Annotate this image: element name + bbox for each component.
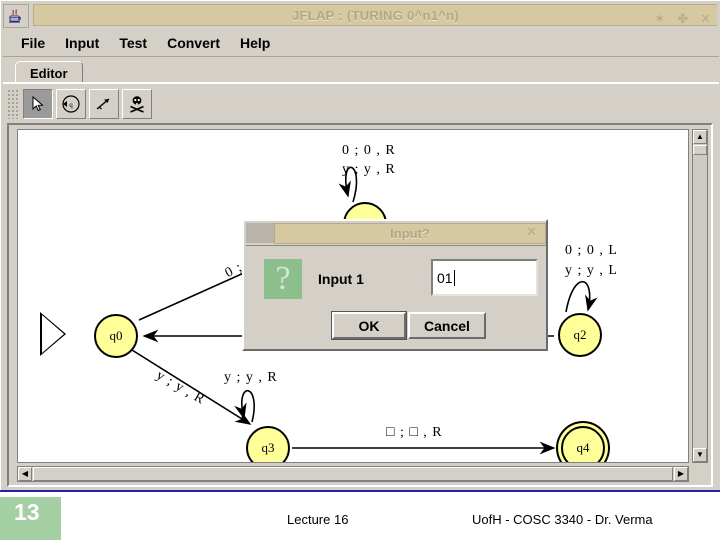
state-creator-tool[interactable]: q xyxy=(56,89,86,119)
window-title: JFLAP : (TURING 0^n1^n) xyxy=(291,7,459,23)
dialog-titlebar-grip xyxy=(246,223,274,243)
state-q0-label: q0 xyxy=(109,328,123,343)
transition-label-q2-loop-0: 0 ; 0 , L xyxy=(565,243,618,258)
menu-file[interactable]: File xyxy=(11,33,55,53)
skull-crossbones-icon xyxy=(130,96,144,113)
toolbar-drag-handle[interactable] xyxy=(7,89,19,119)
slide-screen: JFLAP : (TURING 0^n1^n) ✶ ✤ ✕ File Input… xyxy=(0,0,720,540)
dialog-titlebar[interactable]: Input? ✕ xyxy=(246,222,546,244)
menu-input[interactable]: Input xyxy=(55,33,109,53)
window-controls: ✶ ✤ ✕ xyxy=(654,9,711,29)
editor-toolbar: q xyxy=(3,84,719,124)
footer-course-label: UofH - COSC 3340 - Dr. Verma xyxy=(472,512,653,527)
dialog-title-strip: Input? ✕ xyxy=(274,222,546,244)
initial-state-marker-inner xyxy=(42,315,64,353)
dialog-close-icon[interactable]: ✕ xyxy=(526,226,537,239)
state-q2-label: q2 xyxy=(573,327,587,342)
state-q0[interactable]: q0 xyxy=(94,314,138,358)
question-mark-icon: ? xyxy=(264,259,302,299)
input-dialog: Input? ✕ ? Input 1 01 OK Cancel xyxy=(242,219,548,351)
state-q3-label: q3 xyxy=(261,440,275,455)
dialog-title: Input? xyxy=(390,225,430,241)
menu-help[interactable]: Help xyxy=(230,33,280,53)
cursor-arrow-icon xyxy=(32,95,44,112)
tab-bar: Editor xyxy=(3,58,719,84)
attribute-editor-tool[interactable] xyxy=(23,89,53,119)
transition-label-q3-loop: y ; y , R xyxy=(224,370,278,385)
canvas-horizontal-scrollbar[interactable]: ◀ ▶ xyxy=(17,466,689,482)
input-field-value: 01 xyxy=(437,269,453,286)
vertical-scroll-thumb[interactable] xyxy=(693,145,707,155)
state-q3[interactable]: q3 xyxy=(246,426,290,462)
maximize-icon[interactable]: ✤ xyxy=(677,13,688,26)
minimize-icon[interactable]: ✶ xyxy=(654,13,665,26)
state-circle-icon: q xyxy=(62,95,80,113)
window-titlebar: JFLAP : (TURING 0^n1^n) ✶ ✤ ✕ xyxy=(1,1,720,29)
slide-number: 13 xyxy=(14,499,40,525)
transition-label-q1-loop-0: 0 ; 0 , R xyxy=(342,143,396,158)
transition-label-q3-q4: □ ; □ , R xyxy=(386,425,443,440)
scrollbar-corner xyxy=(692,466,708,482)
transition-creator-tool[interactable] xyxy=(89,89,119,119)
footer-lecture-label: Lecture 16 xyxy=(287,512,349,527)
dialog-body: ? Input 1 01 OK Cancel xyxy=(246,245,546,349)
close-icon[interactable]: ✕ xyxy=(700,13,711,26)
window-title-strip[interactable]: JFLAP : (TURING 0^n1^n) ✶ ✤ ✕ xyxy=(33,4,717,26)
scroll-right-button[interactable]: ▶ xyxy=(674,467,688,481)
scroll-left-button[interactable]: ◀ xyxy=(18,467,32,481)
transition-label-q1-loop-y: y ; y , R xyxy=(342,162,396,177)
menu-convert[interactable]: Convert xyxy=(157,33,230,53)
input-field[interactable]: 01 xyxy=(431,259,538,296)
slide-number-badge: 13 xyxy=(0,497,61,540)
state-q2[interactable]: q2 xyxy=(558,313,602,357)
menu-test[interactable]: Test xyxy=(109,33,157,53)
ok-button[interactable]: OK xyxy=(331,311,407,340)
java-coffee-cup-icon xyxy=(3,3,29,28)
menubar: File Input Test Convert Help xyxy=(3,29,719,57)
slide-footer: 13 Lecture 16 UofH - COSC 3340 - Dr. Ver… xyxy=(0,492,720,540)
svg-text:q: q xyxy=(69,101,73,109)
jflap-application-window: JFLAP : (TURING 0^n1^n) ✶ ✤ ✕ File Input… xyxy=(0,0,720,492)
text-caret xyxy=(453,269,455,286)
scroll-down-button[interactable]: ▼ xyxy=(693,448,707,462)
tab-editor[interactable]: Editor xyxy=(15,61,83,84)
state-q4-label: q4 xyxy=(576,440,590,455)
state-q4[interactable]: q4 xyxy=(561,426,605,462)
canvas-vertical-scrollbar[interactable]: ▲ ▼ xyxy=(692,129,708,463)
transition-arrow-icon xyxy=(96,98,110,110)
cancel-button[interactable]: Cancel xyxy=(408,312,486,339)
dialog-prompt-label: Input 1 xyxy=(318,271,364,287)
deleter-tool[interactable] xyxy=(122,89,152,119)
scroll-up-button[interactable]: ▲ xyxy=(693,130,707,144)
transition-label-q2-loop-y: y ; y , L xyxy=(565,263,618,278)
horizontal-scroll-thumb[interactable] xyxy=(33,467,673,481)
